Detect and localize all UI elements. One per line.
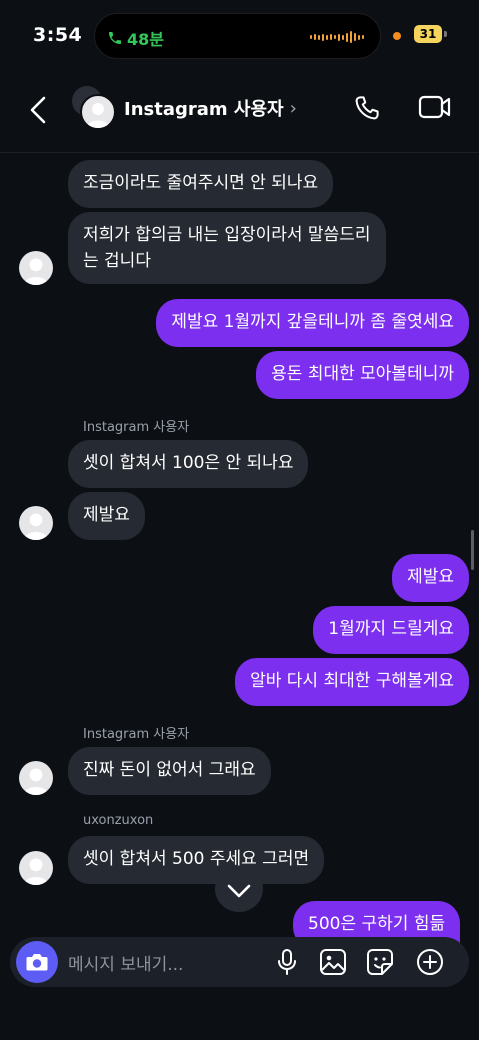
default-user-icon [23,858,49,885]
message-line: 는 겁니다 [83,251,151,271]
group-avatar[interactable] [72,86,116,130]
status-bar: 3:54 48분 31 [0,0,479,72]
call-duration: 48분 [127,30,164,49]
chat-title[interactable]: Instagram 사용자 › [124,95,297,121]
chevron-down-icon [227,884,251,898]
scrollbar[interactable] [471,530,474,570]
chevron-right-icon: › [289,97,297,119]
incoming-message[interactable]: 조금이라도 줄여주시면 안 되나요 [68,160,334,208]
incoming-message[interactable]: 제발요 [68,492,145,540]
outgoing-message[interactable]: 제발요 [392,554,469,602]
default-user-icon [86,103,110,128]
avatar[interactable] [19,506,53,540]
message-composer: 메시지 보내기... [10,937,469,987]
incoming-message[interactable]: 저희가 합의금 내는 입장이라서 말씀드리 는 겁니다 [68,212,386,284]
sender-name: uxonzuxon [83,813,154,828]
default-user-icon [23,768,49,795]
camera-button[interactable] [16,941,58,983]
audio-wave-icon [310,31,364,43]
avatar[interactable] [19,251,53,285]
sender-name: Instagram 사용자 [83,420,190,435]
outgoing-message[interactable]: 알바 다시 최대한 구해볼게요 [235,658,469,706]
gallery-icon[interactable] [318,947,348,977]
message-line: 저희가 합의금 내는 입장이라서 말씀드리 [83,225,371,245]
clock: 3:54 [33,24,83,46]
plus-icon[interactable] [415,947,445,977]
scroll-to-bottom-button[interactable] [215,866,263,912]
sender-name: Instagram 사용자 [83,727,190,742]
default-user-icon [23,513,49,540]
outgoing-message[interactable]: 용돈 최대한 모아볼테니까 [256,351,469,399]
incoming-message[interactable]: 셋이 합쳐서 100은 안 되나요 [68,440,309,488]
phone-icon[interactable] [352,92,382,124]
sticker-icon[interactable] [365,947,395,977]
battery-tip [444,31,447,37]
microphone-icon[interactable] [272,947,302,977]
video-icon[interactable] [418,92,452,122]
mic-in-use-dot [393,32,401,40]
back-icon[interactable] [26,92,50,128]
phone-call-icon [109,32,121,44]
camera-icon [26,954,48,971]
avatar-front [80,94,116,130]
default-user-icon [23,258,49,285]
avatar[interactable] [19,851,53,885]
avatar[interactable] [19,761,53,795]
outgoing-message[interactable]: 1월까지 드릴게요 [313,606,469,654]
battery-icon: 31 [414,25,442,43]
incoming-message[interactable]: 셋이 합쳐서 500 주세요 그러면 [68,836,325,884]
message-input[interactable]: 메시지 보내기... [68,950,183,975]
outgoing-message[interactable]: 제발요 1월까지 갚을테니까 좀 줄엿세요 [156,299,469,347]
chat-header: Instagram 사용자 › [0,72,479,153]
call-indicator: 48분 [107,26,164,50]
chat-title-label: Instagram 사용자 [124,99,284,120]
incoming-message[interactable]: 진짜 돈이 없어서 그래요 [68,747,271,795]
dynamic-island[interactable]: 48분 [94,13,381,59]
